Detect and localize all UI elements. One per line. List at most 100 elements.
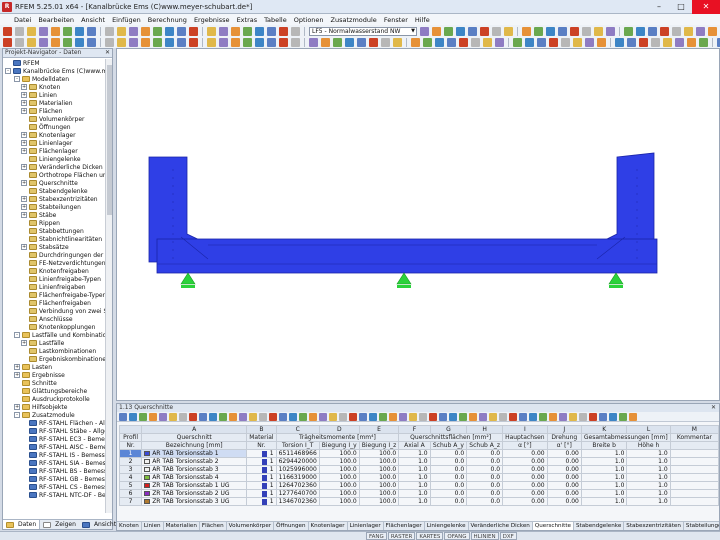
tree-item[interactable]: RF-STAHL IS - Bemessung n: [21, 451, 106, 459]
cell-iz[interactable]: 100.0: [358, 457, 400, 466]
toolbar-button-icon[interactable]: [459, 37, 468, 47]
tree-item[interactable]: Anschlüsse: [21, 315, 73, 323]
cell-comment[interactable]: [669, 497, 720, 506]
toolbar-button-icon[interactable]: [561, 37, 570, 47]
toolbar-button-icon[interactable]: [651, 37, 660, 47]
toolbar-button-icon[interactable]: [423, 37, 432, 47]
table-tool-icon[interactable]: [539, 412, 547, 421]
toolbar-button-icon[interactable]: [3, 26, 12, 36]
toolbar-button-icon[interactable]: [393, 37, 402, 47]
expand-toggle-icon[interactable]: +: [21, 164, 27, 170]
toolbar-button-icon[interactable]: [75, 37, 84, 47]
toolbar-button-icon[interactable]: [105, 37, 114, 47]
table-tab-8[interactable]: Flächenlager: [384, 522, 425, 530]
expand-toggle-icon[interactable]: +: [14, 404, 20, 410]
table-tool-icon[interactable]: [509, 412, 517, 421]
toolbar-button-icon[interactable]: [165, 37, 174, 47]
table-tool-icon[interactable]: [329, 412, 337, 421]
table-row[interactable]: 2 AR TAB Torsionsstab 2 1 6294420000 100.0 10…: [118, 457, 720, 466]
toolbar-button-icon[interactable]: [27, 37, 36, 47]
column-letter-I[interactable]: I: [502, 425, 548, 434]
cell-iz[interactable]: 100.0: [358, 481, 400, 490]
tree-item[interactable]: Stabendgelenke: [21, 187, 88, 195]
cell-iy[interactable]: 100.0: [318, 481, 360, 490]
tree-item[interactable]: + Lastfälle: [21, 339, 64, 347]
table-tool-icon[interactable]: [299, 412, 307, 421]
toolbar-button-icon[interactable]: [639, 37, 648, 47]
tree-item[interactable]: RF-STAHL AISC - Bemessun: [21, 443, 106, 451]
table-tab-7[interactable]: Linienlager: [348, 522, 384, 530]
toolbar-button-icon[interactable]: [582, 26, 591, 36]
table-tool-icon[interactable]: [579, 412, 587, 421]
cell-b[interactable]: 1.0: [580, 473, 628, 482]
toolbar-button-icon[interactable]: [597, 37, 606, 47]
toolbar-button-icon[interactable]: [321, 37, 330, 47]
toolbar-button-icon[interactable]: [177, 37, 186, 47]
tree-item[interactable]: RF-STAHL CS - Bemessung: [21, 483, 106, 491]
menu-item-1[interactable]: Bearbeiten: [38, 16, 74, 24]
toolbar-button-icon[interactable]: [381, 37, 390, 47]
cell-it[interactable]: 6511468966: [275, 449, 320, 458]
cell-iz[interactable]: 100.0: [358, 465, 400, 474]
expand-toggle-icon[interactable]: -: [5, 68, 11, 74]
toolbar-button-icon[interactable]: [483, 37, 492, 47]
tree-item[interactable]: Orthotrope Flächen und Me: [21, 171, 106, 179]
menu-item-7[interactable]: Tabelle: [264, 16, 287, 24]
table-tool-icon[interactable]: [609, 412, 617, 421]
toolbar-button-icon[interactable]: [471, 37, 480, 47]
table-tab-13[interactable]: Stabexzentrizitäten: [624, 522, 684, 530]
table-tab-9[interactable]: Liniengelenke: [425, 522, 469, 530]
toolbar-button-icon[interactable]: [291, 26, 300, 36]
column-letter-B[interactable]: B: [246, 425, 277, 434]
toolbar-button-icon[interactable]: [51, 26, 60, 36]
cell-al[interactable]: 0.00: [502, 497, 548, 506]
expand-toggle-icon[interactable]: +: [14, 364, 20, 370]
menu-item-10[interactable]: Fenster: [384, 16, 408, 24]
cell-al2[interactable]: 0.00: [546, 449, 582, 458]
column-letter-F[interactable]: F: [398, 425, 431, 434]
cell-a[interactable]: 1.0: [398, 457, 431, 466]
cell-a[interactable]: 1.0: [398, 489, 431, 498]
row-number[interactable]: 6: [118, 489, 143, 498]
cell-iy[interactable]: 100.0: [318, 497, 360, 506]
toolbar-button-icon[interactable]: [75, 26, 84, 36]
toolbar-button-icon[interactable]: [513, 37, 522, 47]
table-row[interactable]: 6 ZR TAB Torsionsstab 2 UG 1 1277640700 100.…: [118, 489, 720, 498]
tree-item[interactable]: + Stäbe: [21, 211, 56, 219]
toolbar-button-icon[interactable]: [648, 26, 657, 36]
cell-iy[interactable]: 100.0: [318, 489, 360, 498]
cell-comment[interactable]: [669, 465, 720, 474]
expand-toggle-icon[interactable]: +: [21, 180, 27, 186]
column-letter-K[interactable]: K: [580, 425, 628, 434]
section-name-cell[interactable]: AR TAB Torsionsstab 1: [141, 449, 248, 458]
toolbar-button-icon[interactable]: [468, 26, 477, 36]
section-name-cell[interactable]: AR TAB Torsionsstab 3: [141, 465, 248, 474]
tree-item[interactable]: + Ergebnisse: [14, 371, 65, 379]
tree-item[interactable]: RF-STAHL GB - Bemessung n: [21, 475, 106, 483]
toolbar-button-icon[interactable]: [207, 37, 216, 47]
cell-a[interactable]: 1.0: [398, 481, 431, 490]
column-letter-E[interactable]: E: [358, 425, 400, 434]
cell-ay[interactable]: 0.0: [429, 473, 468, 482]
expand-toggle-icon[interactable]: -: [14, 76, 20, 82]
toolbar-button-icon[interactable]: [153, 37, 162, 47]
table-tool-icon[interactable]: [559, 412, 567, 421]
cell-ay[interactable]: 0.0: [429, 457, 468, 466]
toolbar-button-icon[interactable]: [309, 37, 318, 47]
tab-zeigen[interactable]: Zeigen: [40, 520, 79, 529]
toolbar-button-icon[interactable]: [87, 26, 96, 36]
cell-h[interactable]: 1.0: [626, 473, 671, 482]
table-tool-icon[interactable]: [219, 412, 227, 421]
cell-b[interactable]: 1.0: [580, 465, 628, 474]
expand-toggle-icon[interactable]: +: [21, 132, 27, 138]
toolbar-button-icon[interactable]: [504, 26, 513, 36]
status-toggle-raster[interactable]: RASTER: [387, 532, 416, 540]
toolbar-button-icon[interactable]: [333, 37, 342, 47]
toolbar-button-icon[interactable]: [480, 26, 489, 36]
toolbar-button-icon[interactable]: [15, 26, 24, 36]
table-tool-icon[interactable]: [269, 412, 277, 421]
section-name-cell[interactable]: AR TAB Torsionsstab 2: [141, 457, 248, 466]
toolbar-button-icon[interactable]: [522, 26, 531, 36]
tree-item[interactable]: + Linienlager: [21, 139, 72, 147]
menu-item-0[interactable]: Datei: [14, 16, 31, 24]
